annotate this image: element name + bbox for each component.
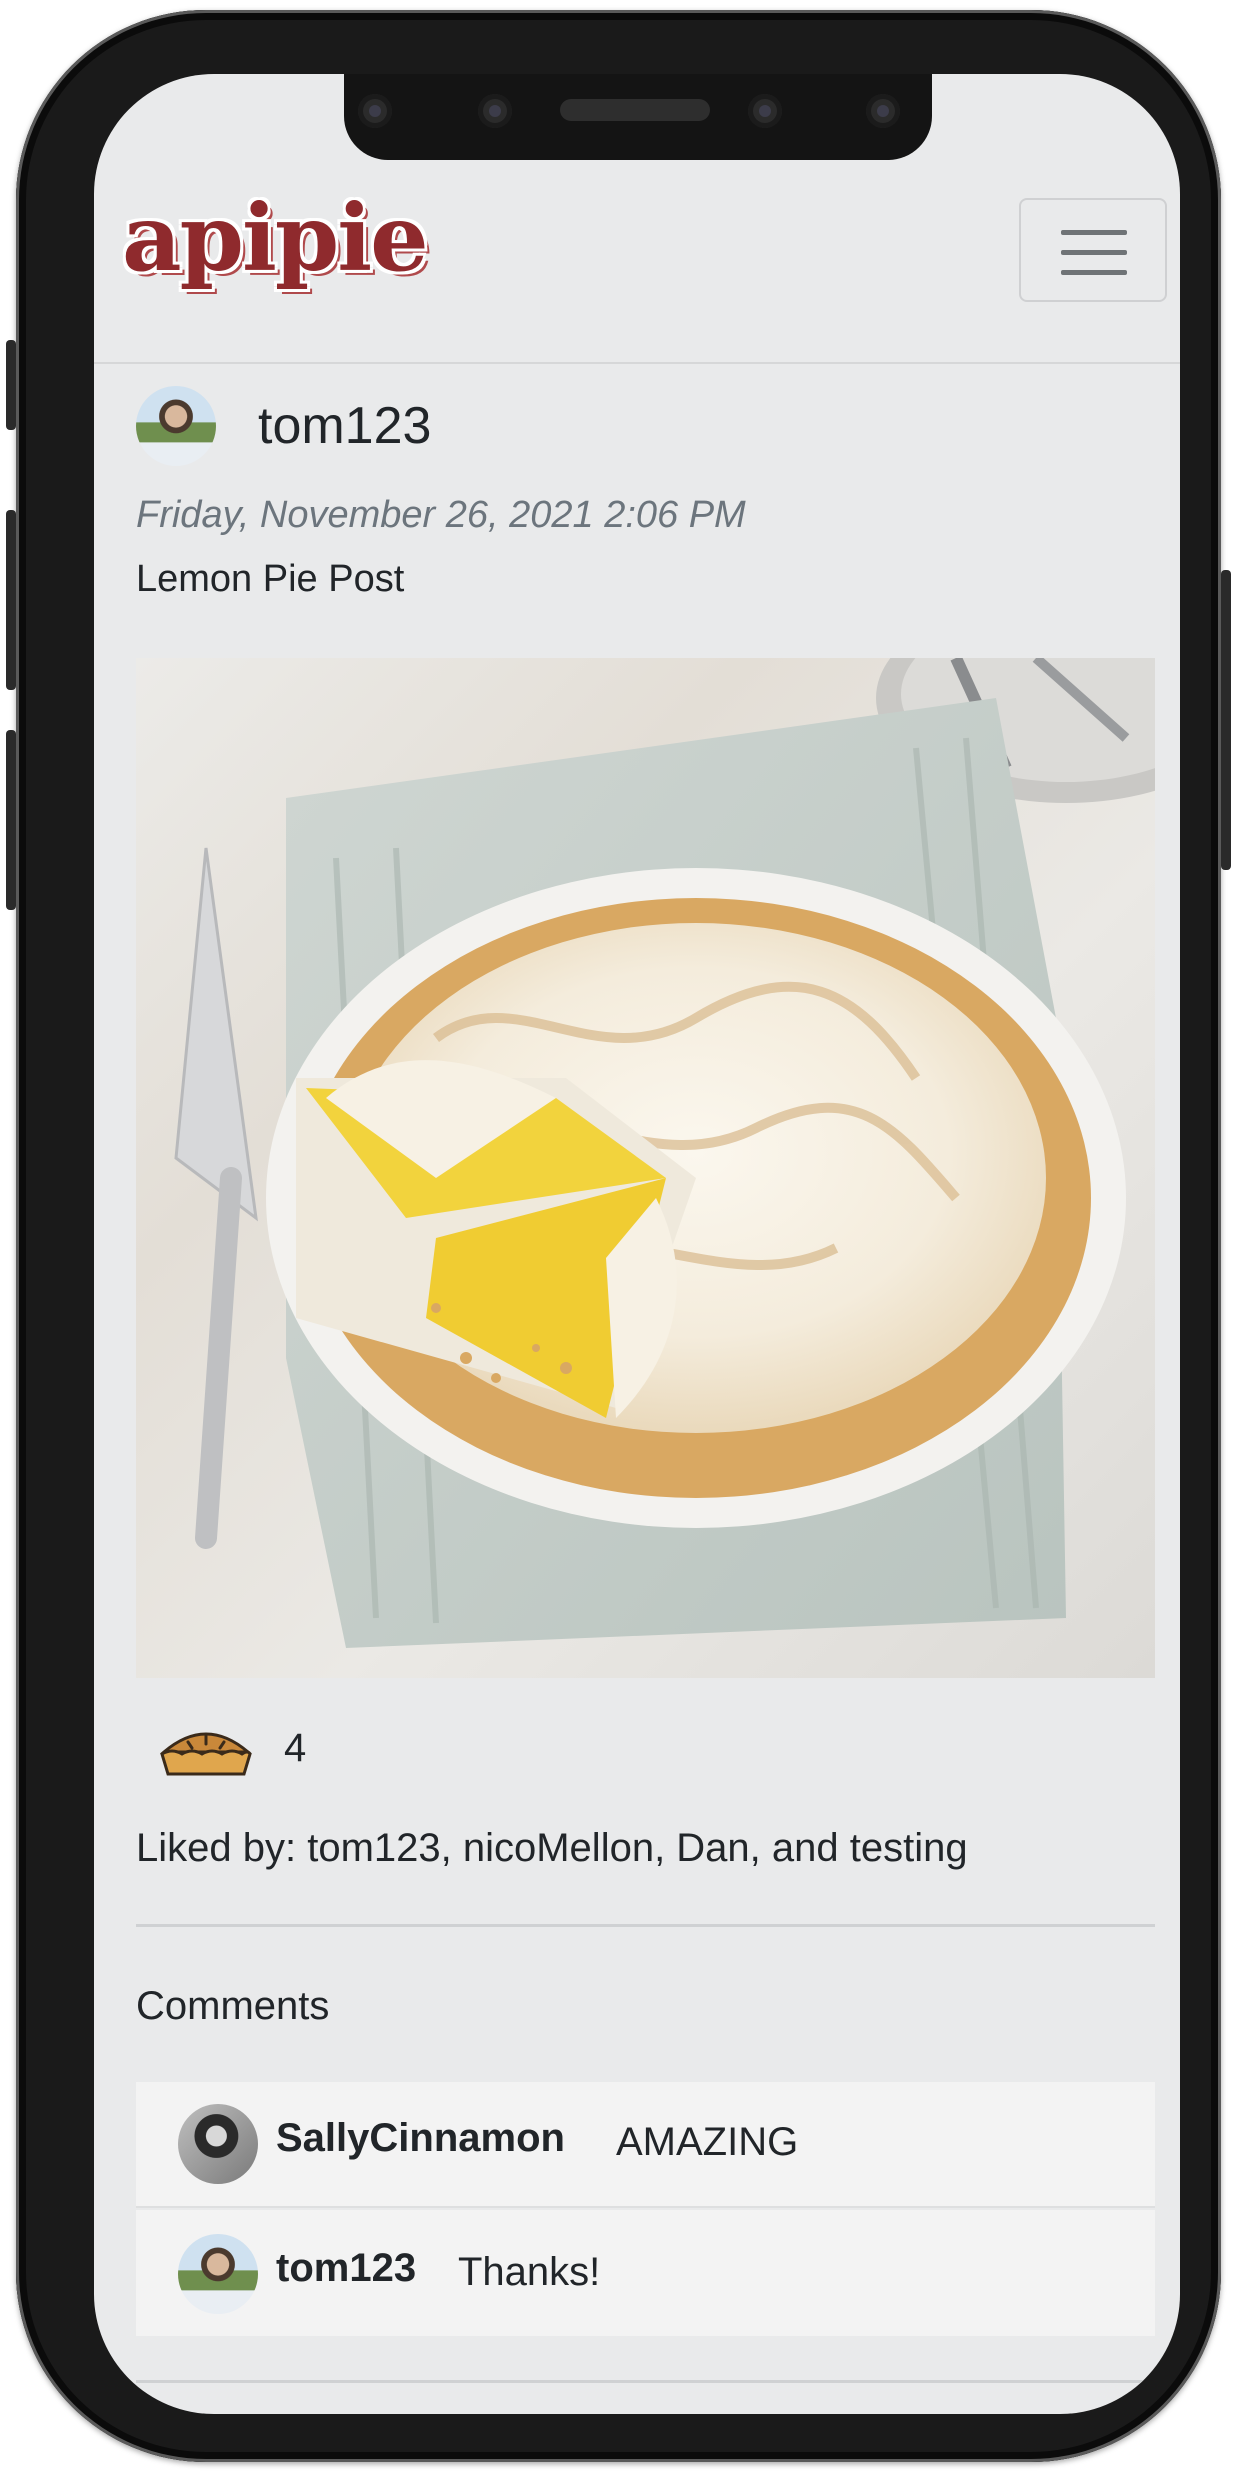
speaker-grille (560, 99, 710, 121)
sensor-icon (866, 94, 900, 128)
like-count: 4 (284, 1726, 307, 1770)
comment-item: SallyCinnamon AMAZING (136, 2082, 1155, 2208)
post-title: Lemon Pie Post (136, 558, 405, 600)
power-button (1221, 570, 1231, 870)
sensor-icon (748, 94, 782, 128)
post-username[interactable]: tom123 (258, 396, 431, 456)
notch (344, 74, 932, 160)
comment-username[interactable]: SallyCinnamon (276, 2116, 565, 2161)
comment-username[interactable]: tom123 (276, 2246, 416, 2291)
pie-icon[interactable] (158, 1722, 254, 1782)
app-logo[interactable]: apipie (122, 192, 429, 284)
comment-item: tom123 Thanks! (136, 2210, 1155, 2336)
comment-text: AMAZING (616, 2120, 799, 2164)
post-author[interactable]: tom123 (136, 380, 736, 470)
phone-screen: apipie tom123 Friday, November 26, 2021 … (94, 74, 1180, 2414)
camera-icon (358, 94, 392, 128)
sensor-icon (478, 94, 512, 128)
like-row: 4 (136, 1714, 736, 1794)
avatar[interactable] (178, 2104, 258, 2184)
mute-switch (6, 340, 16, 430)
volume-down-button (6, 730, 16, 910)
divider (136, 2380, 1155, 2383)
hamburger-menu-button[interactable] (1019, 198, 1167, 302)
comments-heading: Comments (136, 1984, 330, 2028)
avatar[interactable] (136, 386, 216, 466)
volume-up-button (6, 510, 16, 690)
comment-text: Thanks! (458, 2250, 601, 2294)
post-date: Friday, November 26, 2021 2:06 PM (136, 494, 746, 536)
divider (136, 1924, 1155, 1927)
avatar[interactable] (178, 2234, 258, 2314)
liked-by-text: Liked by: tom123, nicoMellon, Dan, and t… (136, 1826, 968, 1870)
phone-frame: apipie tom123 Friday, November 26, 2021 … (6, 10, 1231, 2462)
post-image (136, 658, 1155, 1678)
